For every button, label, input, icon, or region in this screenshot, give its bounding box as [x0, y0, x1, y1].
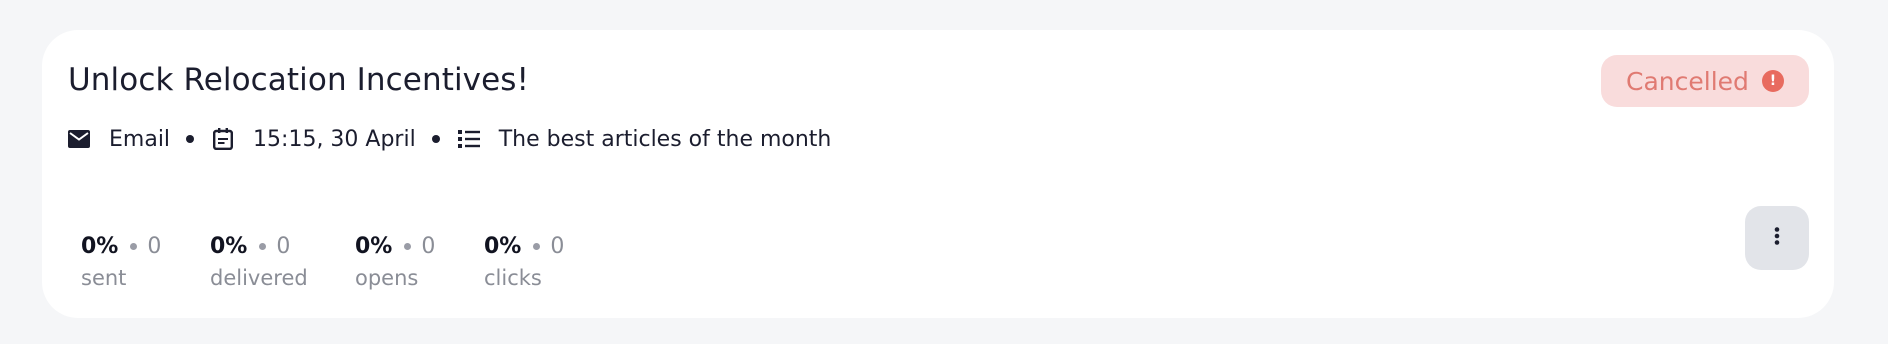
stat-percent: 0% — [210, 233, 248, 259]
stat-count: 0 — [421, 233, 436, 259]
alert-circle-icon: ! — [1762, 70, 1784, 92]
calendar-icon — [212, 128, 234, 150]
stat-dot — [533, 242, 541, 250]
list-icon — [457, 128, 480, 150]
stat-dot — [130, 242, 138, 250]
campaign-card[interactable]: Unlock Relocation Incentives! Cancelled … — [42, 30, 1834, 318]
stat-delivered: 0% 0 delivered — [210, 232, 355, 291]
stat-label: clicks — [484, 266, 542, 290]
stat-sent: 0% 0 sent — [81, 232, 210, 291]
more-options-button[interactable] — [1745, 206, 1809, 270]
schedule-datetime: 15:15, 30 April — [253, 126, 416, 152]
stat-dot — [259, 242, 267, 250]
stat-label: opens — [355, 266, 419, 290]
stat-count: 0 — [550, 233, 565, 259]
meta-separator — [431, 135, 440, 143]
stat-dot — [404, 242, 412, 250]
campaign-stats: 0% 0 sent 0% 0 delivered 0% 0 opens 0% 0… — [81, 232, 604, 291]
stat-percent: 0% — [81, 233, 119, 259]
status-label: Cancelled — [1626, 66, 1749, 96]
campaign-title[interactable]: Unlock Relocation Incentives! — [68, 60, 529, 100]
list-name: The best articles of the month — [498, 126, 832, 152]
stat-percent: 0% — [484, 233, 522, 259]
stat-label: delivered — [210, 266, 308, 290]
meta-separator — [186, 135, 195, 143]
envelope-icon — [68, 128, 90, 150]
stat-clicks: 0% 0 clicks — [484, 232, 604, 291]
more-vertical-icon — [1774, 227, 1780, 249]
status-badge: Cancelled ! — [1601, 55, 1809, 107]
stat-count: 0 — [276, 233, 291, 259]
campaign-meta: Email 15:15, 30 April The best articles … — [68, 124, 831, 154]
stat-label: sent — [81, 266, 127, 290]
stat-opens: 0% 0 opens — [355, 232, 484, 291]
channel-label: Email — [109, 126, 171, 152]
stat-percent: 0% — [355, 233, 393, 259]
stat-count: 0 — [147, 233, 162, 259]
